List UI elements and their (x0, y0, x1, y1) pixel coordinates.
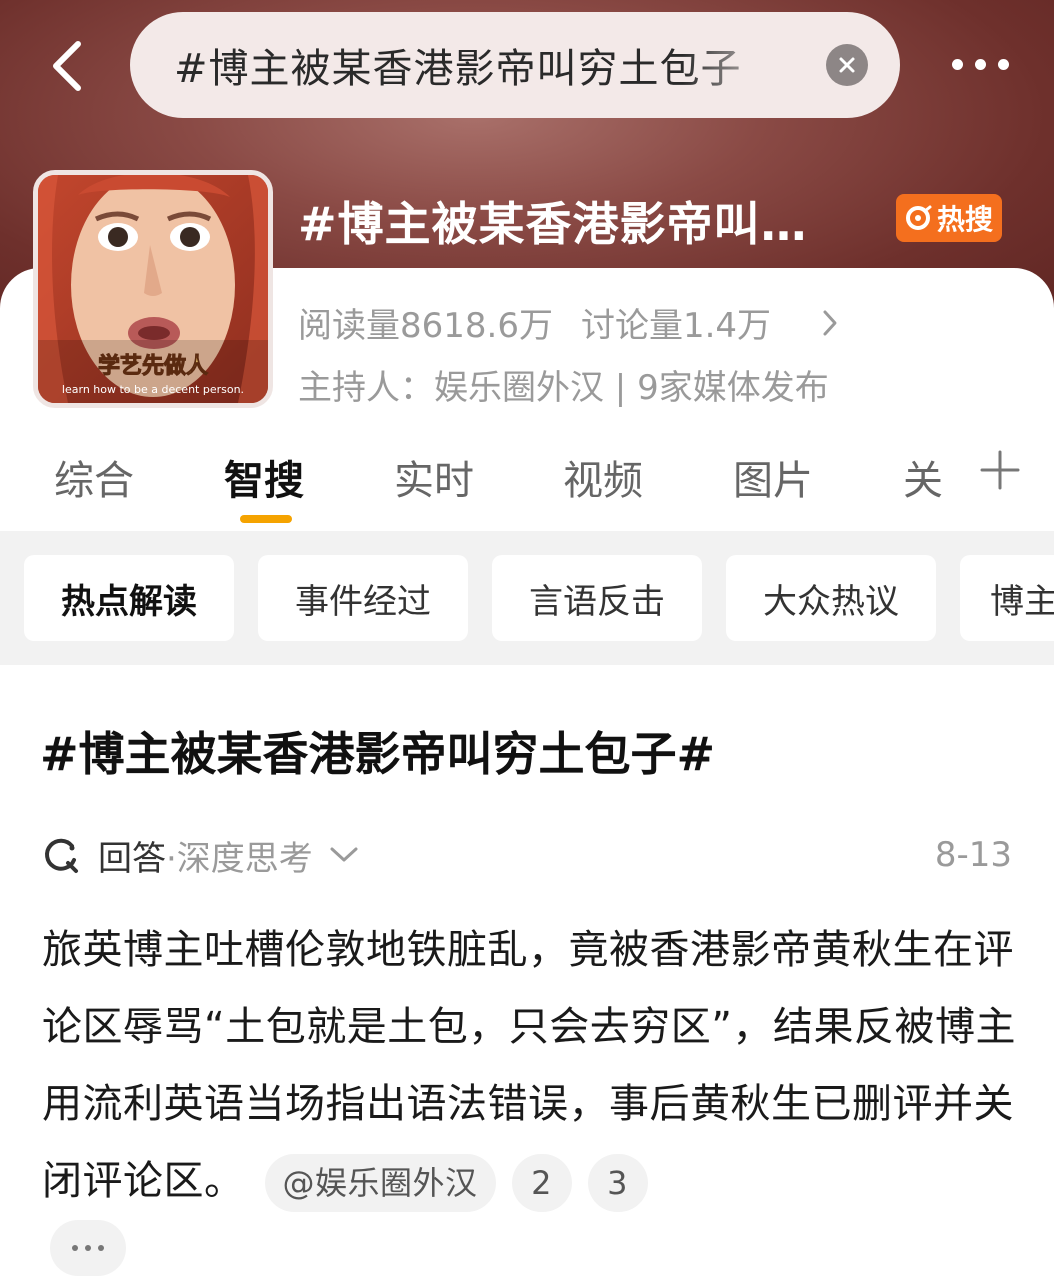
more-dot-icon (997, 58, 1009, 70)
tab-realtime[interactable]: 实时 (394, 448, 474, 506)
tab-video[interactable]: 视频 (563, 448, 643, 506)
clear-search-button[interactable] (826, 44, 868, 86)
tab-smart-search[interactable]: 智搜 (224, 448, 304, 506)
chip-public-discussion[interactable]: 大众热议 (726, 555, 936, 641)
hot-search-icon (905, 205, 932, 230)
chevron-down-icon[interactable] (329, 845, 359, 865)
close-icon (839, 57, 855, 73)
more-dot-icon (72, 1245, 78, 1251)
answer-mode[interactable]: ·深度思考 (166, 831, 313, 880)
more-dot-icon (98, 1245, 104, 1251)
active-tab-indicator (240, 515, 292, 523)
filter-chips: 热点解读 事件经过 言语反击 大众热议 博主 (0, 531, 1054, 665)
thumbnail-caption-cn: 学艺先做人 (98, 353, 208, 379)
topic-thumbnail[interactable]: 学艺先做人 learn how to be a decent person. (33, 170, 273, 408)
reference-chip[interactable]: 2 (511, 1154, 572, 1212)
more-dot-icon (951, 58, 963, 70)
chip-blogger[interactable]: 博主 (960, 555, 1054, 641)
topic-title: #博主被某香港影帝叫… (298, 197, 808, 251)
thumbnail-caption-en: learn how to be a decent person. (62, 383, 244, 396)
search-bar[interactable]: #博主被某香港影帝叫穷土包子 (130, 12, 900, 118)
chip-hot-interpretation[interactable]: 热点解读 (24, 555, 234, 641)
answer-title: #博主被某香港影帝叫穷土包子# (40, 727, 716, 781)
expand-more-button[interactable] (50, 1220, 126, 1276)
more-dot-icon (85, 1245, 91, 1251)
topic-host[interactable]: 主持人：娱乐圈外汉 | 9家媒体发布 (298, 360, 829, 409)
answer-meta: 回答 ·深度思考 8-13 (42, 830, 1012, 880)
tab-images[interactable]: 图片 (733, 448, 813, 506)
read-count: 阅读量8618.6万 (298, 306, 553, 346)
tab-comprehensive[interactable]: 综合 (54, 448, 134, 506)
answer-body: 旅英博主吐槽伦敦地铁脏乱，竟被香港影帝黄秋生在评论区辱骂“土包就是土包，只会去穷… (42, 912, 1022, 1220)
topic-stats[interactable]: 阅读量8618.6万 讨论量1.4万 (298, 298, 839, 347)
chevron-left-icon (53, 41, 81, 91)
back-button[interactable] (38, 36, 94, 96)
chip-verbal-counter[interactable]: 言语反击 (492, 555, 702, 641)
chip-event-timeline[interactable]: 事件经过 (258, 555, 468, 641)
reference-chip[interactable]: 3 (587, 1154, 648, 1212)
smart-search-icon (45, 838, 78, 873)
tab-bar: 综合 智搜 实时 视频 图片 关 (0, 440, 1054, 530)
answer-date: 8-13 (934, 835, 1012, 875)
tab-related[interactable]: 关 (903, 448, 943, 506)
topic-search-page: #博主被某香港影帝叫穷土包子 学艺先做人 learn how to be a d… (0, 0, 1054, 1280)
discussion-count: 讨论量1.4万 (580, 306, 772, 346)
more-dot-icon (974, 58, 986, 70)
source-chip[interactable]: @娱乐圈外汉 (264, 1154, 496, 1212)
search-input[interactable]: #博主被某香港影帝叫穷土包子 (174, 36, 794, 94)
chevron-right-icon (823, 310, 837, 335)
portrait-image: 学艺先做人 learn how to be a decent person. (38, 175, 268, 403)
add-tab-icon[interactable] (978, 448, 1022, 492)
hot-search-badge-label: 热搜 (936, 203, 993, 236)
hot-search-badge: 热搜 (896, 194, 1002, 242)
more-options-button[interactable] (935, 40, 1025, 88)
answer-label: 回答 (98, 838, 166, 879)
